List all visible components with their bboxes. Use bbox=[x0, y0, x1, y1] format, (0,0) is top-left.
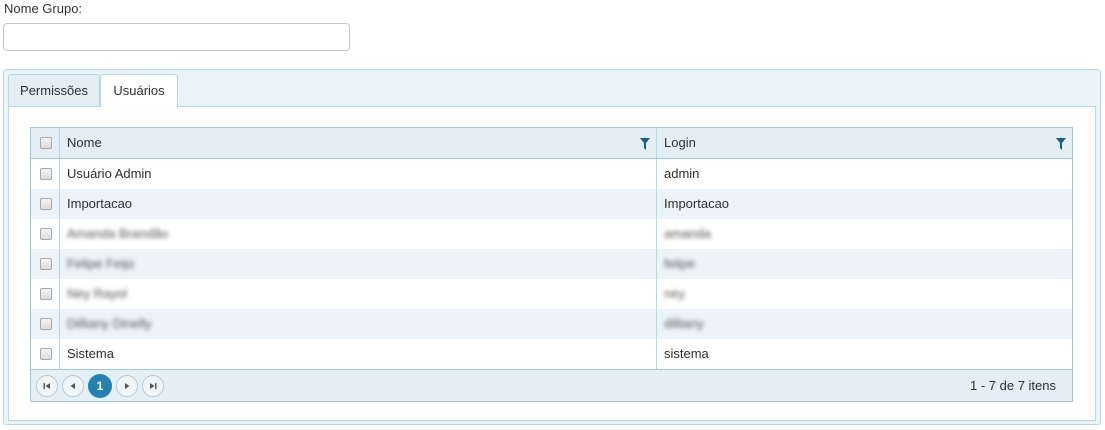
table-row[interactable]: Felipe Feijo felipe bbox=[31, 249, 1072, 279]
row-select-cell bbox=[31, 279, 60, 309]
cell-login: dilliany bbox=[657, 309, 1072, 339]
pager-info: 1 - 7 de 7 itens bbox=[970, 378, 1056, 393]
row-checkbox[interactable] bbox=[40, 288, 52, 300]
cell-login-text: ney bbox=[664, 286, 685, 301]
first-page-button[interactable] bbox=[36, 375, 58, 397]
cell-login-text: dilliany bbox=[664, 316, 704, 331]
cell-login: sistema bbox=[664, 346, 709, 361]
cell-login-text: amanda bbox=[664, 226, 711, 241]
table-row[interactable]: Amanda Brandão amanda bbox=[31, 219, 1072, 249]
cell-login: admin bbox=[664, 166, 700, 181]
grid-body: Usuário Admin admin Importacao Importaca… bbox=[31, 159, 1072, 369]
cell-nome: Dilliany Dinelly bbox=[60, 309, 657, 339]
table-row[interactable]: Importacao Importacao bbox=[31, 189, 1072, 219]
row-select-cell bbox=[31, 159, 60, 189]
tab-content-usuarios: Nome Login Usuário Admin admin Importaca… bbox=[8, 106, 1096, 421]
row-select-cell bbox=[31, 249, 60, 279]
row-checkbox[interactable] bbox=[40, 228, 52, 240]
users-grid: Nome Login Usuário Admin admin Importaca… bbox=[30, 127, 1073, 402]
cell-nome: Felipe Feijo bbox=[60, 249, 657, 279]
cell-nome: Sistema bbox=[60, 339, 657, 369]
cell-nome-text: Dilliany Dinelly bbox=[67, 316, 152, 331]
first-page-icon bbox=[43, 383, 50, 389]
next-page-button[interactable] bbox=[116, 375, 138, 397]
row-select-cell bbox=[31, 189, 60, 219]
column-header-login-label: Login bbox=[664, 135, 696, 150]
table-row[interactable]: Ney Rayol ney bbox=[31, 279, 1072, 309]
next-page-icon bbox=[125, 383, 130, 389]
prev-page-icon bbox=[70, 383, 75, 389]
last-page-button[interactable] bbox=[142, 375, 164, 397]
tab-permissoes[interactable]: Permissões bbox=[8, 74, 100, 107]
last-page-icon bbox=[150, 383, 157, 389]
grid-header: Nome Login bbox=[31, 128, 1072, 159]
tabstrip: Permissões Usuários Nome Login Usuário A… bbox=[3, 69, 1101, 425]
cell-nome: Amanda Brandão bbox=[60, 219, 657, 249]
row-checkbox[interactable] bbox=[40, 258, 52, 270]
group-name-label: Nome Grupo: bbox=[4, 1, 83, 16]
table-row[interactable]: Usuário Admin admin bbox=[31, 159, 1072, 189]
row-checkbox[interactable] bbox=[40, 198, 52, 210]
cell-nome: Usuário Admin bbox=[60, 159, 657, 189]
column-header-nome-label: Nome bbox=[67, 135, 102, 150]
row-select-cell bbox=[31, 309, 60, 339]
filter-icon[interactable] bbox=[640, 138, 650, 150]
row-checkbox[interactable] bbox=[40, 318, 52, 330]
group-name-input[interactable] bbox=[3, 23, 350, 51]
header-select-all-cell bbox=[31, 128, 60, 158]
cell-login: felipe bbox=[657, 249, 1072, 279]
cell-nome-text: Felipe Feijo bbox=[67, 256, 135, 271]
filter-icon[interactable] bbox=[1056, 138, 1066, 150]
cell-nome-text: Ney Rayol bbox=[67, 286, 127, 301]
cell-login: Importacao bbox=[664, 196, 730, 211]
row-select-cell bbox=[31, 219, 60, 249]
table-row[interactable]: Sistema sistema bbox=[31, 339, 1072, 369]
grid-pager: 1 1 - 7 de 7 itens bbox=[31, 369, 1072, 401]
select-all-checkbox[interactable] bbox=[40, 137, 52, 149]
column-header-nome[interactable]: Nome bbox=[60, 128, 657, 158]
current-page-button[interactable]: 1 bbox=[88, 374, 112, 398]
cell-login-text: felipe bbox=[664, 256, 696, 271]
cell-nome: Ney Rayol bbox=[60, 279, 657, 309]
table-row[interactable]: Dilliany Dinelly dilliany bbox=[31, 309, 1072, 339]
cell-nome-text: Amanda Brandão bbox=[67, 226, 169, 241]
tab-usuarios[interactable]: Usuários bbox=[100, 74, 178, 108]
cell-nome: Importacao bbox=[60, 189, 657, 219]
row-select-cell bbox=[31, 339, 60, 369]
cell-login: ney bbox=[657, 279, 1072, 309]
row-checkbox[interactable] bbox=[40, 348, 52, 360]
prev-page-button[interactable] bbox=[62, 375, 84, 397]
cell-login: amanda bbox=[657, 219, 1072, 249]
column-header-login[interactable]: Login bbox=[657, 128, 1072, 158]
row-checkbox[interactable] bbox=[40, 168, 52, 180]
